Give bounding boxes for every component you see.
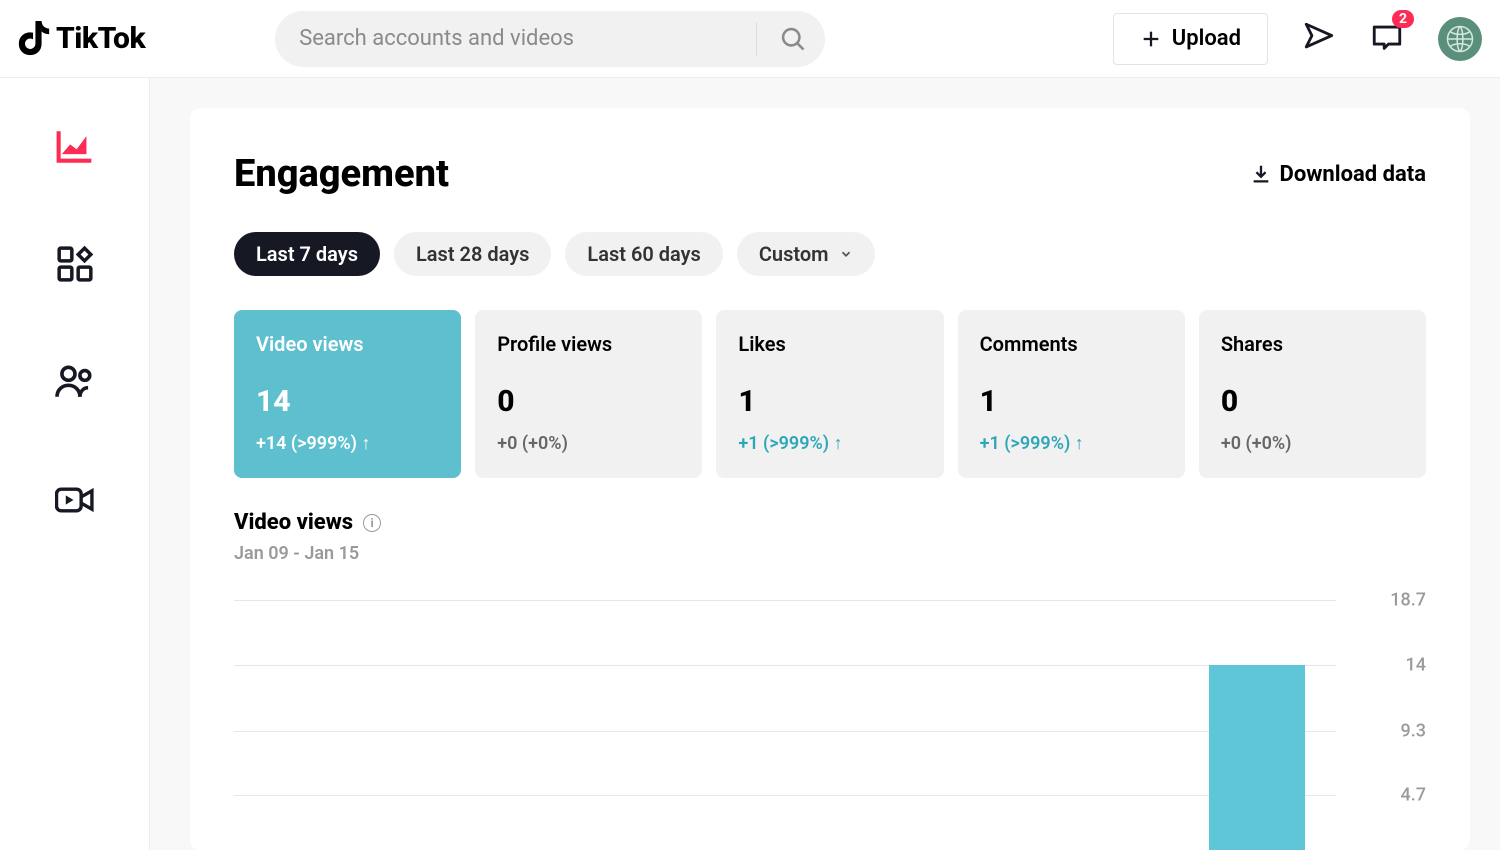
metric-label: Profile views — [497, 332, 680, 356]
download-icon — [1250, 163, 1272, 185]
metric-delta: +0 (+0%) — [497, 433, 680, 454]
y-axis-label: 9.3 — [1401, 720, 1426, 741]
metric-card[interactable]: Profile views 0 +0 (+0%) — [475, 310, 702, 478]
metric-card[interactable]: Video views 14 +14 (>999%) — [234, 310, 461, 478]
search-icon — [779, 25, 807, 53]
sidebar — [0, 78, 150, 850]
metric-value: 0 — [497, 384, 680, 419]
topbar-actions: 2 — [1302, 17, 1482, 61]
metric-label: Shares — [1221, 332, 1404, 356]
upload-button[interactable]: Upload — [1113, 13, 1268, 65]
metric-delta: +1 (>999%) — [980, 433, 1163, 454]
chart-date-range: Jan 09 - Jan 15 — [234, 543, 1426, 564]
date-filter-pill[interactable]: Last 60 days — [565, 232, 722, 276]
engagement-panel: Engagement Download data Last 7 daysLast… — [190, 108, 1470, 850]
send-icon — [1302, 20, 1336, 54]
date-filter-pill[interactable]: Custom — [737, 232, 875, 276]
metric-delta: +14 (>999%) — [256, 433, 439, 454]
camera-icon — [55, 484, 95, 516]
chart-title: Video views — [234, 510, 353, 535]
date-filter-pill[interactable]: Last 7 days — [234, 232, 380, 276]
inbox-button[interactable]: 2 — [1370, 20, 1404, 58]
chart: 04.79.31418.7 — [234, 600, 1426, 850]
globe-icon — [1445, 24, 1475, 54]
search-input[interactable] — [299, 26, 744, 51]
topbar: TikTok Upload 2 — [0, 0, 1500, 78]
search-button[interactable] — [769, 15, 817, 63]
metric-value: 0 — [1221, 384, 1404, 419]
metric-delta: +0 (+0%) — [1221, 433, 1404, 454]
tiktok-logo-icon — [18, 21, 50, 57]
panel-header: Engagement Download data — [234, 152, 1426, 196]
metric-value: 1 — [738, 384, 921, 419]
chart-bars — [234, 600, 1336, 850]
metric-label: Comments — [980, 332, 1163, 356]
metric-card[interactable]: Shares 0 +0 (+0%) — [1199, 310, 1426, 478]
date-filter-pill[interactable]: Last 28 days — [394, 232, 551, 276]
main-content: Engagement Download data Last 7 daysLast… — [150, 78, 1500, 850]
chart-header: Video views i — [234, 510, 1426, 535]
sidebar-item-analytics[interactable] — [55, 126, 95, 166]
metric-card[interactable]: Comments 1 +1 (>999%) — [958, 310, 1185, 478]
inbox-badge: 2 — [1392, 10, 1414, 28]
sidebar-item-followers[interactable] — [55, 362, 95, 402]
metric-card[interactable]: Likes 1 +1 (>999%) — [716, 310, 943, 478]
chart-icon — [55, 128, 95, 164]
apps-icon — [56, 245, 94, 283]
sidebar-item-apps[interactable] — [55, 244, 95, 284]
y-axis-label: 4.7 — [1401, 784, 1426, 805]
plus-icon — [1140, 28, 1162, 50]
info-icon[interactable]: i — [363, 514, 381, 532]
search-divider — [756, 22, 757, 56]
brand-name: TikTok — [56, 21, 145, 56]
y-axis-label: 18.7 — [1390, 590, 1426, 611]
chevron-down-icon — [839, 242, 853, 266]
people-icon — [55, 364, 95, 400]
page-title: Engagement — [234, 152, 449, 196]
metric-label: Video views — [256, 332, 439, 356]
upload-label: Upload — [1172, 26, 1241, 51]
download-data-button[interactable]: Download data — [1250, 162, 1426, 187]
tiktok-logo[interactable]: TikTok — [18, 21, 145, 57]
y-axis-label: 14 — [1406, 655, 1426, 676]
sidebar-item-live[interactable] — [55, 480, 95, 520]
metric-value: 1 — [980, 384, 1163, 419]
metric-cards: Video views 14 +14 (>999%) Profile views 0 +0… — [234, 310, 1426, 478]
download-label: Download data — [1280, 162, 1426, 187]
metric-value: 14 — [256, 384, 439, 419]
chart-bar — [1209, 665, 1305, 850]
profile-avatar[interactable] — [1438, 17, 1482, 61]
date-filter-pills: Last 7 days Last 28 days Last 60 days Custo… — [234, 232, 1426, 276]
metric-label: Likes — [738, 332, 921, 356]
chart-y-labels: 04.79.31418.7 — [1346, 600, 1426, 850]
messages-button[interactable] — [1302, 20, 1336, 58]
metric-delta: +1 (>999%) — [738, 433, 921, 454]
search-bar — [275, 11, 825, 67]
app-layout: Engagement Download data Last 7 daysLast… — [0, 78, 1500, 850]
